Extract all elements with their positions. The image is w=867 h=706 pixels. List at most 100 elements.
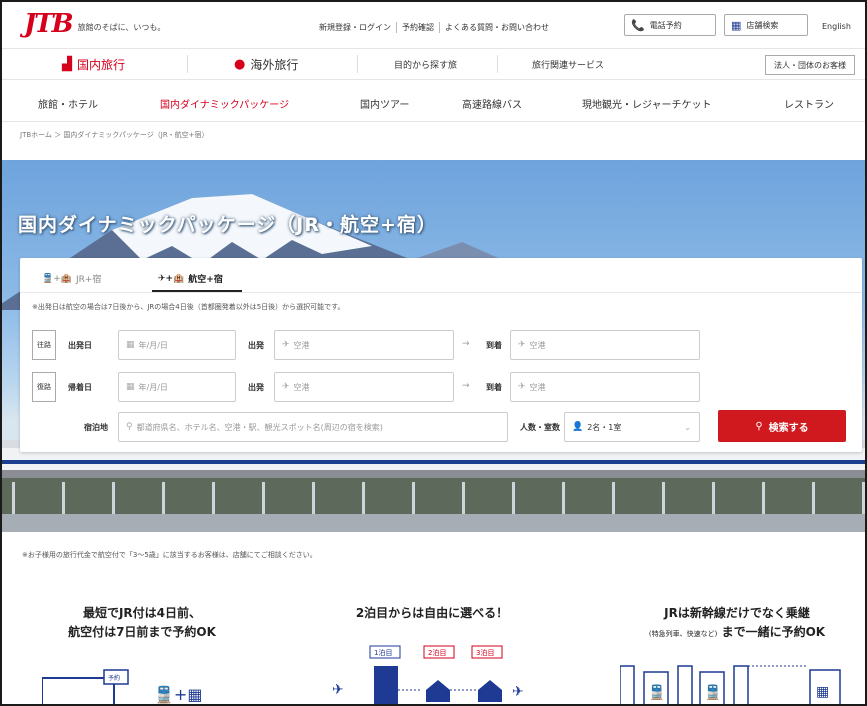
search-icon: ⚲ [755,420,763,432]
departure-date-placeholder: 年/月/日 [138,340,168,350]
tab-air-hotel-label: 航空+宿 [188,275,223,285]
nav-domestic[interactable]: ▟ 国内旅行 [62,49,125,79]
subnav-dynamic-package[interactable]: 国内ダイナミックパッケージ [160,96,289,111]
plane-takeoff-icon: ✈ [282,340,290,350]
airplane-icon: ✈+🏨 [158,273,185,284]
svg-text:✈: ✈ [512,684,524,700]
calendar-icon: ▦ [126,382,135,392]
arrow-right-icon: → [462,381,470,391]
feature-connections: JRは新幹線だけでなく乗継 (特急列車、快速など) まで一緒に予約OK [612,604,862,644]
top-links: 新規登録・ログイン 予約確認 よくある質問・お問い合わせ [314,22,554,33]
destination-input[interactable]: ⚲ 都道府県名、ホテル名、空港・駅、観光スポット名(周辺の宿を検索) [118,412,508,442]
phone-icon: 📞 [631,18,645,32]
booking-illustration: 予約 🚆+▦ [42,669,202,704]
reservation-check-link[interactable]: 予約確認 [397,22,440,33]
subnav-highway-bus[interactable]: 高速路線バス [462,96,522,111]
outbound-from-label: 出発 [248,341,264,350]
store-search-label: 店舗検索 [746,20,779,30]
main-nav: ▟ 国内旅行 ● 海外旅行 目的から探す旅 旅行関連サービス 法人・団体のお客様 [2,48,865,80]
nav-services[interactable]: 旅行関連サービス [532,49,604,79]
connections-illustration: 🚆 🚆 ▦ [620,665,841,704]
globe-icon: ● [234,56,246,72]
breadcrumb[interactable]: JTBホーム ＞ 国内ダイナミックパッケージ（JR・航空+宿） [20,130,209,140]
faq-link[interactable]: よくある質問・お問い合わせ [440,22,554,33]
nav-overseas-label: 海外旅行 [250,57,299,72]
guests-select[interactable]: 👤 2名・1室 ⌄ [564,412,700,442]
sub-nav: 旅館・ホテル 国内ダイナミックパッケージ 国内ツアー 高速路線バス 現地観光・レ… [2,82,865,122]
svg-text:🚆+▦: 🚆+▦ [154,685,202,704]
subnav-restaurants[interactable]: レストラン [784,96,834,111]
outbound-to-placeholder: 空港 [529,340,546,350]
jtb-logo[interactable]: JTB 旅館のそばに、いつも。 [24,11,165,37]
english-link[interactable]: English [822,22,851,31]
departure-date-label: 出発日 [68,341,92,350]
return-date-placeholder: 年/月/日 [138,382,168,392]
search-panel: 🚆+🏨 JR+宿 ✈+🏨 航空+宿 ※出発日は航空の場合は7日後から、JRの場合… [20,258,862,452]
free-choice-illustration: 1泊目 2泊目 3泊目 ✈ ✈ [332,645,524,704]
guests-label: 人数・室数 [520,423,560,432]
day3-label: 3泊目 [476,648,494,657]
corporate-button[interactable]: 法人・団体のお客様 [765,55,855,75]
guests-value: 2名・1室 [587,422,622,432]
departure-date-input[interactable]: ▦ 年/月/日 [118,330,236,360]
destination-placeholder: 都道府県名、ホテル名、空港・駅、観光スポット名(周辺の宿を検索) [136,422,383,432]
svg-text:🚆: 🚆 [648,684,665,701]
map-pin-icon: ⚲ [126,422,133,432]
return-to-placeholder: 空港 [529,382,546,392]
page-frame: JTB 旅館のそばに、いつも。 新規登録・ログイン 予約確認 よくある質問・お問… [0,0,867,706]
outbound-badge: 往路 [32,330,56,360]
plane-landing-icon: ✈ [518,382,526,392]
tab-jr-hotel[interactable]: 🚆+🏨 JR+宿 [42,272,102,286]
feature-1-line2: 航空付は7日前まで予約OK [68,625,216,639]
nav-domestic-label: 国内旅行 [77,57,126,72]
outbound-from-airport-input[interactable]: ✈ 空港 [274,330,454,360]
destination-label: 宿泊地 [84,423,108,432]
plane-takeoff-icon: ✈ [282,382,290,392]
feature-free-choice: 2泊目からは自由に選べる！ [322,604,542,623]
store-icon: ▦ [731,18,742,32]
outbound-from-placeholder: 空港 [293,340,310,350]
phone-reservation-label: 電話予約 [649,20,682,30]
hero-title: 国内ダイナミックパッケージ（JR・航空+宿） [18,214,437,236]
boot-icon: ▟ [62,56,72,72]
search-button[interactable]: ⚲ 検索する [718,410,846,442]
return-row: 復路 帰着日 ▦ 年/月/日 出発 ✈ 空港 → 到着 ✈ 空港 [32,372,852,402]
outbound-to-airport-input[interactable]: ✈ 空港 [510,330,700,360]
day2-label: 2泊目 [428,648,446,657]
return-to-airport-input[interactable]: ✈ 空港 [510,372,700,402]
return-from-placeholder: 空港 [293,382,310,392]
feature-2-line1: 2泊目からは自由に選べる！ [355,606,509,620]
nav-by-purpose[interactable]: 目的から探す旅 [394,49,457,79]
tab-air-hotel[interactable]: ✈+🏨 航空+宿 [158,272,223,286]
day1-label: 1泊目 [374,648,392,657]
return-date-label: 帰着日 [68,383,92,392]
return-from-airport-input[interactable]: ✈ 空港 [274,372,454,402]
nav-divider [497,55,498,73]
svg-text:🚆: 🚆 [704,684,721,701]
login-link[interactable]: 新規登録・ログイン [314,22,397,33]
nav-overseas[interactable]: ● 海外旅行 [234,49,298,79]
outbound-to-label: 到着 [486,341,502,350]
outbound-row: 往路 出発日 ▦ 年/月/日 出発 ✈ 空港 → 到着 ✈ 空港 [32,330,852,360]
feature-1-line1: 最短でJR付は4日前、 [82,606,202,620]
subnav-hotels[interactable]: 旅館・ホテル [38,96,98,111]
svg-text:✈: ✈ [332,682,344,698]
child-fare-note: ※お子様用の旅行代金で航空付で「3〜5歳」に該当するお客様は、店舗にてご相談くだ… [22,551,317,559]
subnav-domestic-tours[interactable]: 国内ツアー [360,96,409,111]
phone-reservation-button[interactable]: 📞 電話予約 [624,14,716,36]
search-button-label: 検索する [768,422,809,434]
calendar-icon: ▦ [126,340,135,350]
booking-note: ※出発日は航空の場合は7日後から、JRの場合4日後（首都圏発着以外は5日後）から… [32,303,345,311]
feature-3-small: (特急列車、快速など) [648,630,718,638]
store-search-button[interactable]: ▦ 店舗検索 [724,14,808,36]
tagline: 旅館のそばに、いつも。 [77,23,166,32]
train-icon: 🚆+🏨 [42,273,72,284]
subnav-leisure-tickets[interactable]: 現地観光・レジャーチケット [582,96,712,111]
plane-landing-icon: ✈ [518,340,526,350]
return-date-input[interactable]: ▦ 年/月/日 [118,372,236,402]
nav-divider [357,55,358,73]
shinkansen-image [2,440,865,532]
tab-jr-hotel-label: JR+宿 [75,275,102,285]
top-header: JTB 旅館のそばに、いつも。 新規登録・ログイン 予約確認 よくある質問・お問… [2,2,865,46]
tab-divider [20,292,862,293]
